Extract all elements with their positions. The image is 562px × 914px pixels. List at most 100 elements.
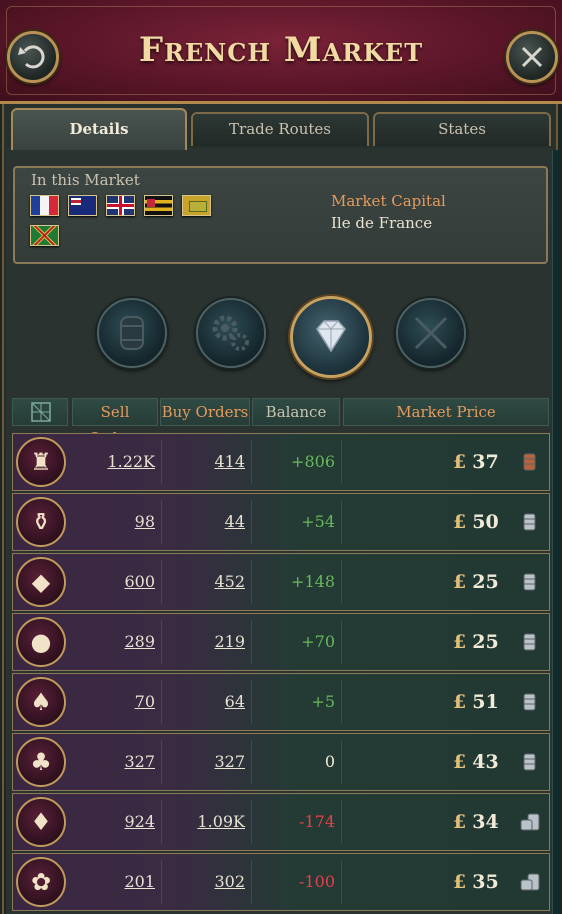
column-divider <box>161 620 162 664</box>
balance-value: 0 <box>324 752 335 771</box>
close-button[interactable] <box>506 31 558 83</box>
sell-orders-value[interactable]: 70 <box>73 674 155 730</box>
price-number: 51 <box>472 691 499 713</box>
porcelain-icon[interactable]: ⚱ <box>16 497 66 547</box>
sell-orders-value[interactable]: 1.22K <box>73 434 155 490</box>
column-divider <box>341 740 342 784</box>
coin-stack-icon <box>523 693 536 711</box>
column-divider <box>251 560 252 604</box>
sell-orders-value[interactable]: 924 <box>73 794 155 850</box>
buy-orders-value[interactable]: 44 <box>163 494 245 550</box>
pound-sign: £ <box>453 451 467 473</box>
column-divider <box>251 500 252 544</box>
buy-orders-header[interactable]: Buy Orders <box>160 398 250 426</box>
price-number: 43 <box>472 751 499 773</box>
column-divider <box>161 500 162 544</box>
luxury-furniture-icon[interactable]: ♜ <box>16 437 66 487</box>
pound-sign: £ <box>453 631 467 653</box>
buy-orders-value[interactable]: 327 <box>163 734 245 790</box>
grain-icon[interactable]: ✿ <box>16 857 66 907</box>
market-price-header[interactable]: Market Price <box>343 398 549 426</box>
table-row[interactable]: ♠ 70 64 +5 £51 <box>12 673 550 731</box>
sell-orders-value[interactable]: 289 <box>73 614 155 670</box>
pound-sign: £ <box>453 691 467 713</box>
back-button[interactable] <box>7 31 59 83</box>
flag-member-5[interactable] <box>182 195 211 216</box>
wine-icon[interactable]: ♣ <box>16 737 66 787</box>
flag-france[interactable] <box>30 195 59 216</box>
table-row[interactable]: ◆ 600 452 +148 £25 <box>12 553 550 611</box>
pound-sign: £ <box>453 511 467 533</box>
flag-united-kingdom[interactable] <box>106 195 135 216</box>
coin-stack-icon <box>523 753 536 771</box>
coin-stack-icon <box>523 453 536 471</box>
category-luxury-button[interactable] <box>290 296 372 378</box>
scrollbar[interactable] <box>552 150 559 914</box>
tab-details[interactable]: Details <box>11 108 187 150</box>
price-number: 25 <box>472 571 499 593</box>
buy-orders-value[interactable]: 1.09K <box>163 794 245 850</box>
market-price-value: £51 <box>453 674 499 730</box>
liquor-icon[interactable]: ♦ <box>16 797 66 847</box>
price-number: 37 <box>472 451 499 473</box>
sell-orders-value[interactable]: 600 <box>73 554 155 610</box>
close-icon <box>521 46 543 68</box>
price-number: 34 <box>472 811 499 833</box>
sell-orders-header[interactable]: Sell Orders <box>72 398 158 447</box>
price-number: 25 <box>472 631 499 653</box>
buy-orders-value[interactable]: 302 <box>163 854 245 910</box>
table-row[interactable]: ♣ 327 327 0 £43 <box>12 733 550 791</box>
market-capital-label: Market Capital <box>331 192 446 210</box>
market-capital-value[interactable]: Ile de France <box>331 214 432 232</box>
price-number: 50 <box>472 511 499 533</box>
market-header: French Market <box>0 0 562 104</box>
pound-sign: £ <box>453 751 467 773</box>
barrel-icon <box>120 316 144 350</box>
sell-orders-value[interactable]: 201 <box>73 854 155 910</box>
pound-sign: £ <box>453 811 467 833</box>
table-row[interactable]: ✿ 201 302 -100 £35 <box>12 853 550 911</box>
table-row[interactable]: ♜ 1.22K 414 +806 £37 <box>12 433 550 491</box>
sell-orders-value[interactable]: 327 <box>73 734 155 790</box>
luxury-clothes-icon[interactable]: ♠ <box>16 677 66 727</box>
table-row[interactable]: ♦ 924 1.09K -174 £34 <box>12 793 550 851</box>
buy-orders-value[interactable]: 64 <box>163 674 245 730</box>
column-divider <box>161 800 162 844</box>
column-divider <box>251 440 252 484</box>
gears-icon <box>212 315 249 351</box>
table-row[interactable]: ● 289 219 +70 £25 <box>12 613 550 671</box>
price-number: 35 <box>472 871 499 893</box>
flag-new-zealand[interactable] <box>68 195 97 216</box>
column-divider <box>161 440 162 484</box>
balance-value: +806 <box>291 452 335 471</box>
page-title: French Market <box>138 30 424 70</box>
category-staples-button[interactable] <box>97 298 167 368</box>
balance-header[interactable]: Balance <box>252 398 340 426</box>
table-row[interactable]: ⚱ 98 44 +54 £50 <box>12 493 550 551</box>
buy-orders-value[interactable]: 219 <box>163 614 245 670</box>
meat-icon[interactable]: ◆ <box>16 557 66 607</box>
sell-orders-value[interactable]: 98 <box>73 494 155 550</box>
tab-states[interactable]: States <box>373 112 551 146</box>
balance-value: +148 <box>291 572 335 591</box>
column-divider <box>341 560 342 604</box>
market-price-value: £35 <box>453 854 499 910</box>
balance-value: +54 <box>301 512 335 531</box>
column-divider <box>251 740 252 784</box>
market-price-value: £50 <box>453 494 499 550</box>
back-arrow-icon <box>18 45 45 69</box>
category-industry-button[interactable] <box>196 298 266 368</box>
column-divider <box>341 500 342 544</box>
pound-sign: £ <box>453 871 467 893</box>
flag-member-6[interactable] <box>30 225 59 246</box>
category-military-button[interactable] <box>396 298 466 368</box>
buy-orders-value[interactable]: 452 <box>163 554 245 610</box>
buy-orders-value[interactable]: 414 <box>163 434 245 490</box>
column-divider <box>341 440 342 484</box>
tab-trade-routes[interactable]: Trade Routes <box>191 112 369 146</box>
goods-column-header[interactable] <box>12 398 68 426</box>
coin-stack-icon <box>523 573 536 591</box>
flag-member-4[interactable] <box>144 195 173 216</box>
fruit-icon[interactable]: ● <box>16 617 66 667</box>
column-divider <box>251 680 252 724</box>
